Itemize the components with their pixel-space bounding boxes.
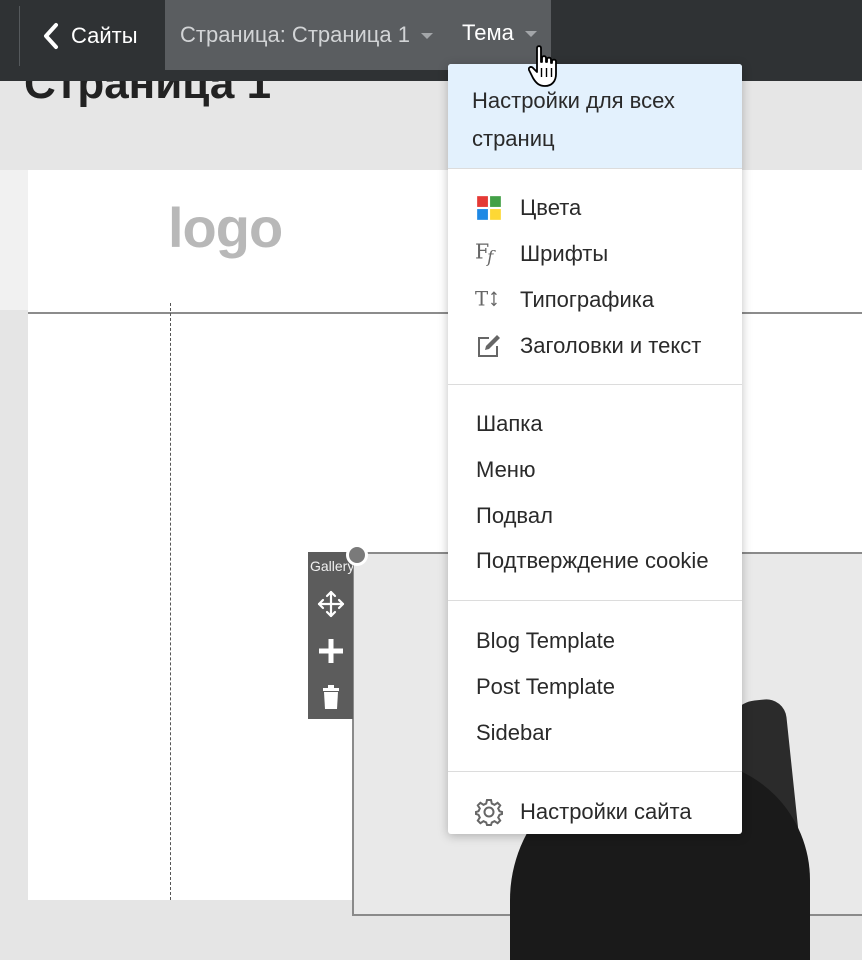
add-icon[interactable]	[316, 636, 346, 666]
back-to-sites-button[interactable]: Сайты	[43, 16, 138, 56]
fonts-ff-icon: F f	[475, 240, 496, 266]
menu-item-colors[interactable]: Цвета	[448, 192, 742, 226]
menu-item-header[interactable]: Шапка	[448, 408, 742, 442]
site-logo[interactable]: logo	[168, 195, 283, 260]
menu-divider	[448, 384, 742, 385]
chevron-down-icon	[421, 33, 433, 39]
svg-text:f: f	[485, 246, 496, 266]
trash-icon[interactable]	[316, 682, 346, 712]
edit-text-icon	[478, 335, 500, 357]
menu-item-label: Заголовки и текст	[520, 333, 702, 358]
menu-item-label: Настройки сайта	[520, 799, 692, 824]
svg-text:T: T	[475, 287, 488, 310]
menu-item-cookie[interactable]: Подтверждение cookie	[448, 545, 742, 579]
page-title: Страница 1	[24, 81, 272, 108]
menu-item-sidebar[interactable]: Sidebar	[448, 717, 742, 751]
left-gutter	[0, 310, 28, 900]
menu-item-all-pages-settings[interactable]: Настройки для всех страниц	[448, 64, 742, 168]
theme-menu-button[interactable]: Тема	[462, 20, 537, 46]
page-selector[interactable]: Страница: Страница 1	[180, 22, 433, 48]
menu-item-label: Подвал	[476, 503, 553, 528]
menu-divider	[448, 771, 742, 772]
move-icon[interactable]	[316, 589, 346, 619]
resize-handle[interactable]	[346, 544, 368, 566]
menu-item-footer[interactable]: Подвал	[448, 500, 742, 534]
menu-item-label: Типографика	[520, 287, 655, 312]
theme-dropdown-menu: Настройки для всех страниц Цвета F f Шри…	[448, 64, 742, 834]
menu-divider	[448, 168, 742, 169]
back-label: Сайты	[71, 23, 138, 48]
colors-grid-icon	[477, 196, 501, 220]
column-guide	[170, 303, 171, 900]
menu-item-label: Post Template	[476, 674, 616, 699]
gear-icon	[475, 799, 503, 826]
theme-label: Тема	[462, 20, 514, 45]
menu-item-label: Настройки для всех страниц	[472, 88, 675, 151]
menu-item-headings-text[interactable]: Заголовки и текст	[448, 330, 742, 364]
menu-item-label: Подтверждение cookie	[476, 548, 709, 573]
left-gutter	[0, 170, 28, 310]
menu-divider	[448, 600, 742, 601]
page-selector-label: Страница: Страница 1	[180, 22, 410, 47]
menu-item-label: Цвета	[520, 195, 582, 220]
hand-cursor-icon	[528, 45, 557, 87]
menu-item-label: Меню	[476, 457, 536, 482]
typography-icon: T	[475, 287, 497, 310]
menu-item-fonts[interactable]: F f Шрифты	[448, 238, 742, 272]
chevron-left-icon	[44, 23, 58, 49]
menu-item-site-settings[interactable]: Настройки сайта	[448, 796, 742, 830]
menu-item-label: Sidebar	[476, 720, 552, 745]
menu-item-label: Шрифты	[520, 241, 609, 266]
divider	[19, 6, 20, 66]
menu-item-menu[interactable]: Меню	[448, 454, 742, 488]
menu-item-post-template[interactable]: Post Template	[448, 671, 742, 705]
menu-item-typography[interactable]: T Типографика	[448, 284, 742, 318]
menu-item-label: Blog Template	[476, 628, 616, 653]
chevron-down-icon	[524, 31, 537, 37]
menu-item-label: Шапка	[476, 411, 543, 436]
menu-item-blog-template[interactable]: Blog Template	[448, 625, 742, 659]
